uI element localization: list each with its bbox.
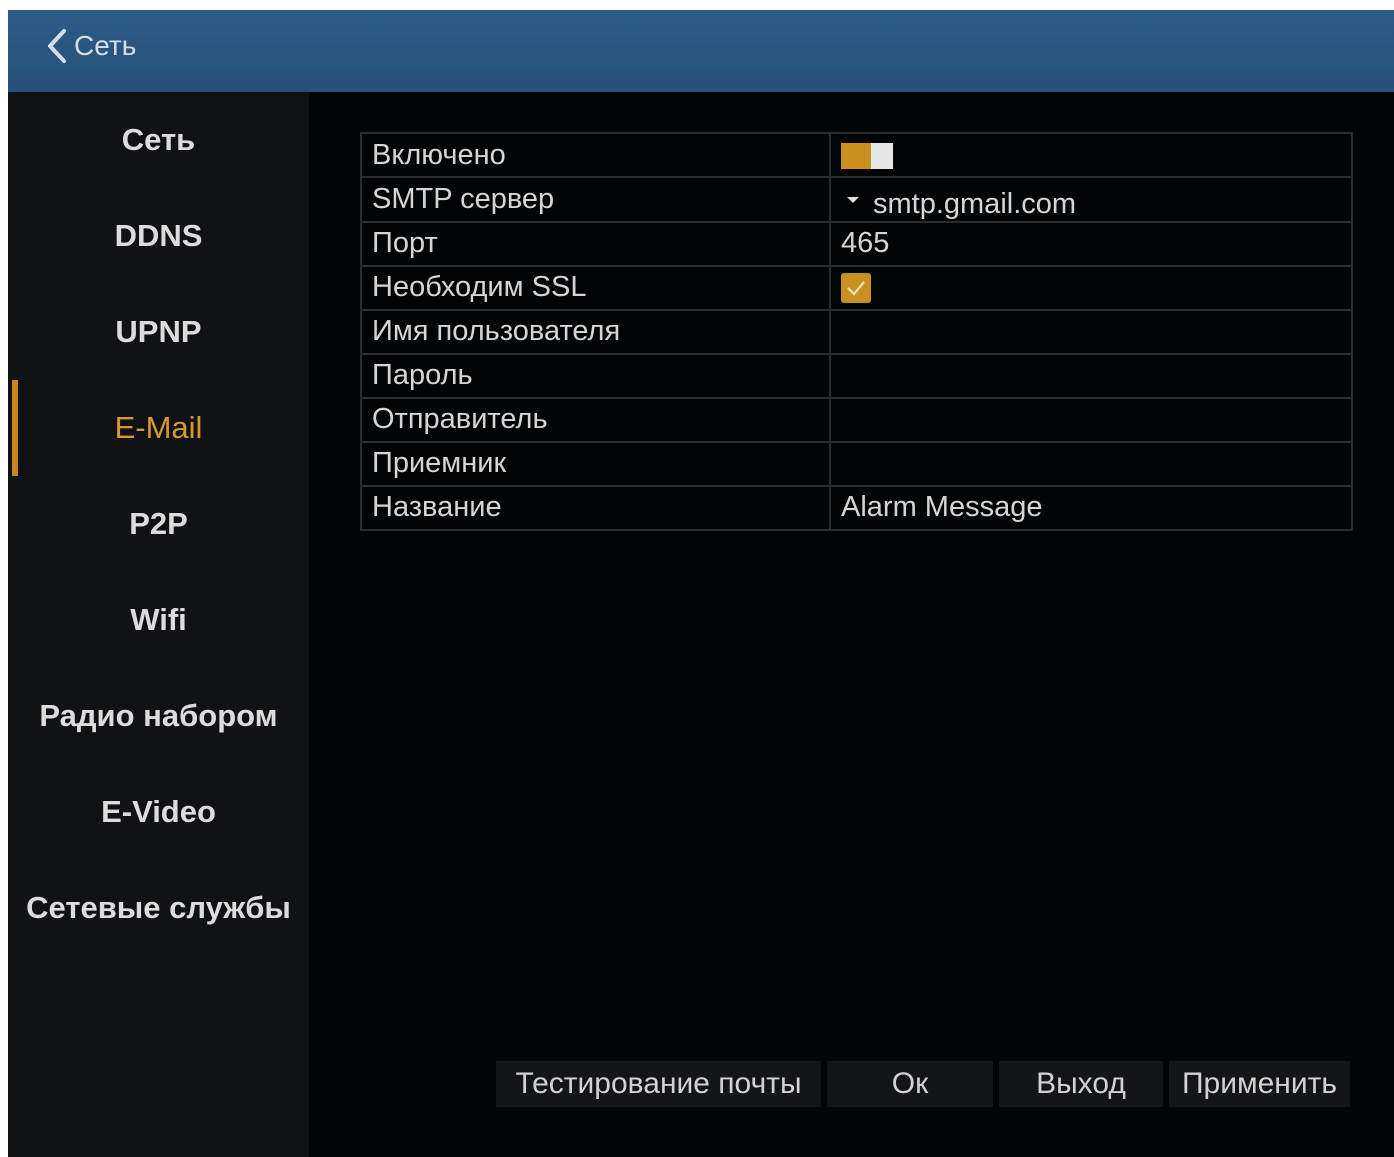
smtp-server-label: SMTP сервер xyxy=(360,176,831,223)
email-settings-panel: Включено SMTP сервер smtp.gmail.com Порт… xyxy=(309,92,1394,1157)
sender-input[interactable] xyxy=(829,396,1353,443)
table-row: Включено xyxy=(360,132,1353,178)
ssl-label: Необходим SSL xyxy=(360,264,831,311)
sidebar-item-upnp[interactable]: UPNP xyxy=(8,284,309,380)
sidebar-item-wifi[interactable]: Wifi xyxy=(8,572,309,668)
back-button[interactable]: Сеть xyxy=(46,26,136,66)
sidebar-item-p2p[interactable]: P2P xyxy=(8,476,309,572)
sidebar-item-evideo[interactable]: E-Video xyxy=(8,764,309,860)
sidebar-item-network-services[interactable]: Сетевые службы xyxy=(8,860,309,956)
exit-button[interactable]: Выход xyxy=(999,1061,1163,1107)
username-input[interactable] xyxy=(829,308,1353,355)
network-settings-window: Сеть Сеть DDNS UPNP E-Mail P2P Wifi Ради… xyxy=(8,10,1394,1157)
table-row: Приемник xyxy=(360,440,1353,487)
checkmark-icon xyxy=(845,272,867,305)
password-input[interactable] xyxy=(829,352,1353,399)
port-label: Порт xyxy=(360,220,831,267)
smtp-server-value: smtp.gmail.com xyxy=(873,187,1077,220)
caret-down-icon xyxy=(847,197,859,203)
username-label: Имя пользователя xyxy=(360,308,831,355)
test-mail-button[interactable]: Тестирование почты xyxy=(496,1061,821,1107)
ssl-checkbox[interactable] xyxy=(841,272,871,305)
subject-input[interactable]: Alarm Message xyxy=(829,484,1353,531)
table-row: Имя пользователя xyxy=(360,308,1353,355)
back-label: Сеть xyxy=(74,30,137,61)
ok-button[interactable]: Ок xyxy=(827,1061,993,1107)
email-settings-table: Включено SMTP сервер smtp.gmail.com Порт… xyxy=(360,132,1353,531)
receiver-input[interactable] xyxy=(829,440,1353,487)
password-label: Пароль xyxy=(360,352,831,399)
toggle-knob-icon xyxy=(871,142,893,169)
port-input[interactable]: 465 xyxy=(829,220,1353,267)
table-row: Необходим SSL xyxy=(360,264,1353,311)
title-bar: Сеть xyxy=(8,10,1394,92)
sidebar-item-ddns[interactable]: DDNS xyxy=(8,188,309,284)
sidebar-item-network[interactable]: Сеть xyxy=(8,92,309,188)
toggle-track-icon xyxy=(841,142,871,169)
subject-label: Название xyxy=(360,484,831,531)
table-row: Порт 465 xyxy=(360,220,1353,267)
smtp-server-dropdown[interactable]: smtp.gmail.com xyxy=(841,188,1076,221)
table-row: Пароль xyxy=(360,352,1353,399)
sidebar: Сеть DDNS UPNP E-Mail P2P Wifi Радио наб… xyxy=(8,92,309,1157)
sidebar-item-dialup[interactable]: Радио набором xyxy=(8,668,309,764)
apply-button[interactable]: Применить xyxy=(1169,1061,1350,1107)
enabled-toggle[interactable] xyxy=(841,142,893,169)
table-row: Название Alarm Message xyxy=(360,484,1353,531)
table-row: SMTP сервер smtp.gmail.com xyxy=(360,176,1353,223)
sender-label: Отправитель xyxy=(360,396,831,443)
sidebar-item-email[interactable]: E-Mail xyxy=(8,380,309,476)
table-row: Отправитель xyxy=(360,396,1353,443)
enabled-label: Включено xyxy=(360,132,831,178)
chevron-left-icon xyxy=(46,28,68,64)
receiver-label: Приемник xyxy=(360,440,831,487)
